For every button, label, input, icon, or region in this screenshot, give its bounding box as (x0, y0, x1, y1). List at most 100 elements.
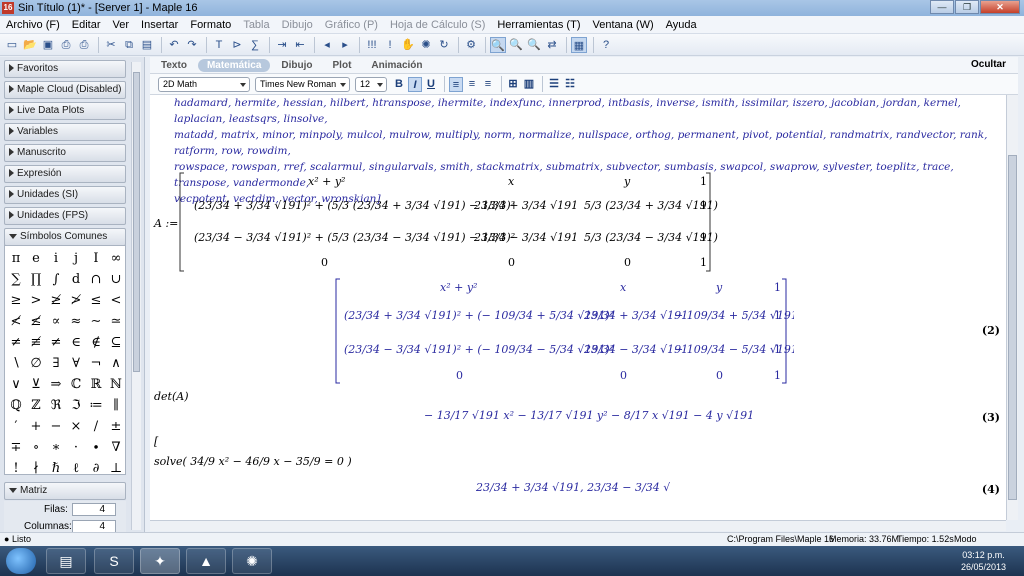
symbol-19[interactable]: ≰ (26, 311, 46, 332)
undo-icon[interactable]: ↶ (166, 37, 182, 53)
zoom-100-icon[interactable]: 🔍 (490, 36, 506, 53)
start-button-icon[interactable] (6, 548, 36, 574)
copy-icon[interactable]: ⧉ (121, 37, 137, 53)
symbol-30[interactable]: ∖ (6, 353, 26, 374)
palette-maple-cloud[interactable]: Maple Cloud (Disabled) (4, 81, 126, 99)
maple-taskbar-icon[interactable]: ✦ (140, 548, 180, 574)
palette-variables[interactable]: Variables (4, 123, 126, 141)
symbol-40[interactable]: ℝ (86, 374, 106, 395)
font-color-icon[interactable]: ▥ (522, 77, 536, 92)
symbol-15[interactable]: ≯ (66, 290, 86, 311)
symbol-44[interactable]: ℜ (46, 395, 66, 416)
indent-icon[interactable]: ⇥ (274, 37, 290, 53)
symbol-0[interactable]: π (6, 248, 26, 269)
sigma-icon[interactable]: ∑ (247, 37, 263, 53)
worksheet[interactable]: hadamard, hermite, hessian, hilbert, htr… (150, 95, 1006, 520)
execute-all-icon[interactable]: !!! (364, 37, 380, 53)
restart-icon[interactable]: ↻ (436, 37, 452, 53)
symbol-12[interactable]: ≥ (6, 290, 26, 311)
symbol-39[interactable]: ℂ (66, 374, 86, 395)
symbol-3[interactable]: j (66, 248, 86, 269)
symbol-41[interactable]: ℕ (106, 374, 126, 395)
symbol-53[interactable]: ± (106, 416, 126, 437)
symbol-42[interactable]: ℚ (6, 395, 26, 416)
tab-matematica[interactable]: Matemática (197, 58, 271, 72)
underline-button[interactable]: U (424, 77, 438, 92)
execute-icon[interactable]: ! (382, 37, 398, 53)
symbol-24[interactable]: ≠ (6, 332, 26, 353)
table-icon[interactable]: ⊞ (506, 77, 520, 92)
symbol-33[interactable]: ∀ (66, 353, 86, 374)
symbol-36[interactable]: ∨ (6, 374, 26, 395)
palette-simbolos-comunes[interactable]: Símbolos Comunes (4, 228, 126, 246)
redo-icon[interactable]: ↷ (184, 37, 200, 53)
menu-dibujo[interactable]: Dibujo (276, 19, 319, 31)
size-select[interactable]: 12 (355, 76, 387, 92)
skype-taskbar-icon[interactable]: S (94, 548, 134, 574)
symbol-55[interactable]: ∘ (26, 437, 46, 458)
symbol-59[interactable]: ∇ (106, 437, 126, 458)
menu-tabla[interactable]: Tabla (237, 19, 275, 31)
symbol-46[interactable]: ≔ (86, 395, 106, 416)
document-scroll-thumb[interactable] (1008, 155, 1017, 500)
hide-button[interactable]: Ocultar (971, 59, 1006, 70)
empty-prompt[interactable]: [ (154, 435, 158, 448)
symbol-52[interactable]: / (86, 416, 106, 437)
symbol-17[interactable]: < (106, 290, 126, 311)
symbol-50[interactable]: − (46, 416, 66, 437)
symbol-14[interactable]: ≱ (46, 290, 66, 311)
refresh-icon[interactable]: ⇄ (544, 37, 560, 53)
stop-icon[interactable]: ✋ (400, 37, 416, 53)
settings-gear-icon[interactable]: ⚙ (463, 37, 479, 53)
symbol-62[interactable]: ℏ (46, 458, 66, 479)
menu-hoja-calculo[interactable]: Hoja de Cálculo (S) (384, 19, 491, 31)
symbol-64[interactable]: ∂ (86, 458, 106, 479)
back-icon[interactable]: ◂ (319, 37, 335, 53)
palette-expresion[interactable]: Expresión (4, 165, 126, 183)
symbol-13[interactable]: > (26, 290, 46, 311)
numbered-list-icon[interactable]: ☷ (563, 77, 577, 92)
palette-unidades-si[interactable]: Unidades (SI) (4, 186, 126, 204)
symbol-49[interactable]: + (26, 416, 46, 437)
zoom-200-icon[interactable]: 🔍 (526, 37, 542, 53)
layout-icon[interactable]: ▦ (571, 36, 587, 53)
menu-grafico[interactable]: Gráfico (P) (319, 19, 384, 31)
tab-plot[interactable]: Plot (324, 59, 361, 72)
print-preview-icon[interactable]: ⎙ (76, 37, 92, 53)
symbol-28[interactable]: ∉ (86, 332, 106, 353)
symbol-23[interactable]: ≃ (106, 311, 126, 332)
text-mode-icon[interactable]: T (211, 37, 227, 53)
sidebar-scrollbar[interactable] (131, 62, 141, 530)
align-right-icon[interactable]: ≡ (481, 77, 495, 92)
tab-dibujo[interactable]: Dibujo (272, 59, 321, 72)
font-select[interactable]: Times New Roman (255, 76, 350, 92)
symbol-47[interactable]: ∥ (106, 395, 126, 416)
document-vertical-scrollbar[interactable] (1006, 95, 1018, 520)
symbol-10[interactable]: ∩ (86, 269, 106, 290)
symbol-57[interactable]: · (66, 437, 86, 458)
symbol-32[interactable]: ∃ (46, 353, 66, 374)
symbol-20[interactable]: ∝ (46, 311, 66, 332)
symbol-2[interactable]: i (46, 248, 66, 269)
menu-ayuda[interactable]: Ayuda (660, 19, 703, 31)
symbol-11[interactable]: ∪ (106, 269, 126, 290)
document-horizontal-scrollbar[interactable] (150, 520, 1006, 531)
symbol-22[interactable]: ∼ (86, 311, 106, 332)
symbol-6[interactable]: ∑ (6, 269, 26, 290)
align-center-icon[interactable]: ≡ (465, 77, 479, 92)
palette-live-data-plots[interactable]: Live Data Plots (4, 102, 126, 120)
menu-ver[interactable]: Ver (107, 19, 136, 31)
forward-icon[interactable]: ▸ (337, 37, 353, 53)
menu-herramientas[interactable]: Herramientas (T) (491, 19, 586, 31)
menu-insertar[interactable]: Insertar (135, 19, 184, 31)
symbol-38[interactable]: ⇒ (46, 374, 66, 395)
rows-input[interactable]: 4 (72, 503, 116, 516)
close-button[interactable]: ✕ (980, 0, 1020, 14)
symbol-65[interactable]: ⊥ (106, 458, 126, 479)
symbol-45[interactable]: ℑ (66, 395, 86, 416)
symbol-26[interactable]: ≠ (46, 332, 66, 353)
debug-icon[interactable]: ✺ (418, 37, 434, 53)
help-icon[interactable]: ? (598, 37, 614, 53)
palette-unidades-fps[interactable]: Unidades (FPS) (4, 207, 126, 225)
symbol-61[interactable]: ∤ (26, 458, 46, 479)
